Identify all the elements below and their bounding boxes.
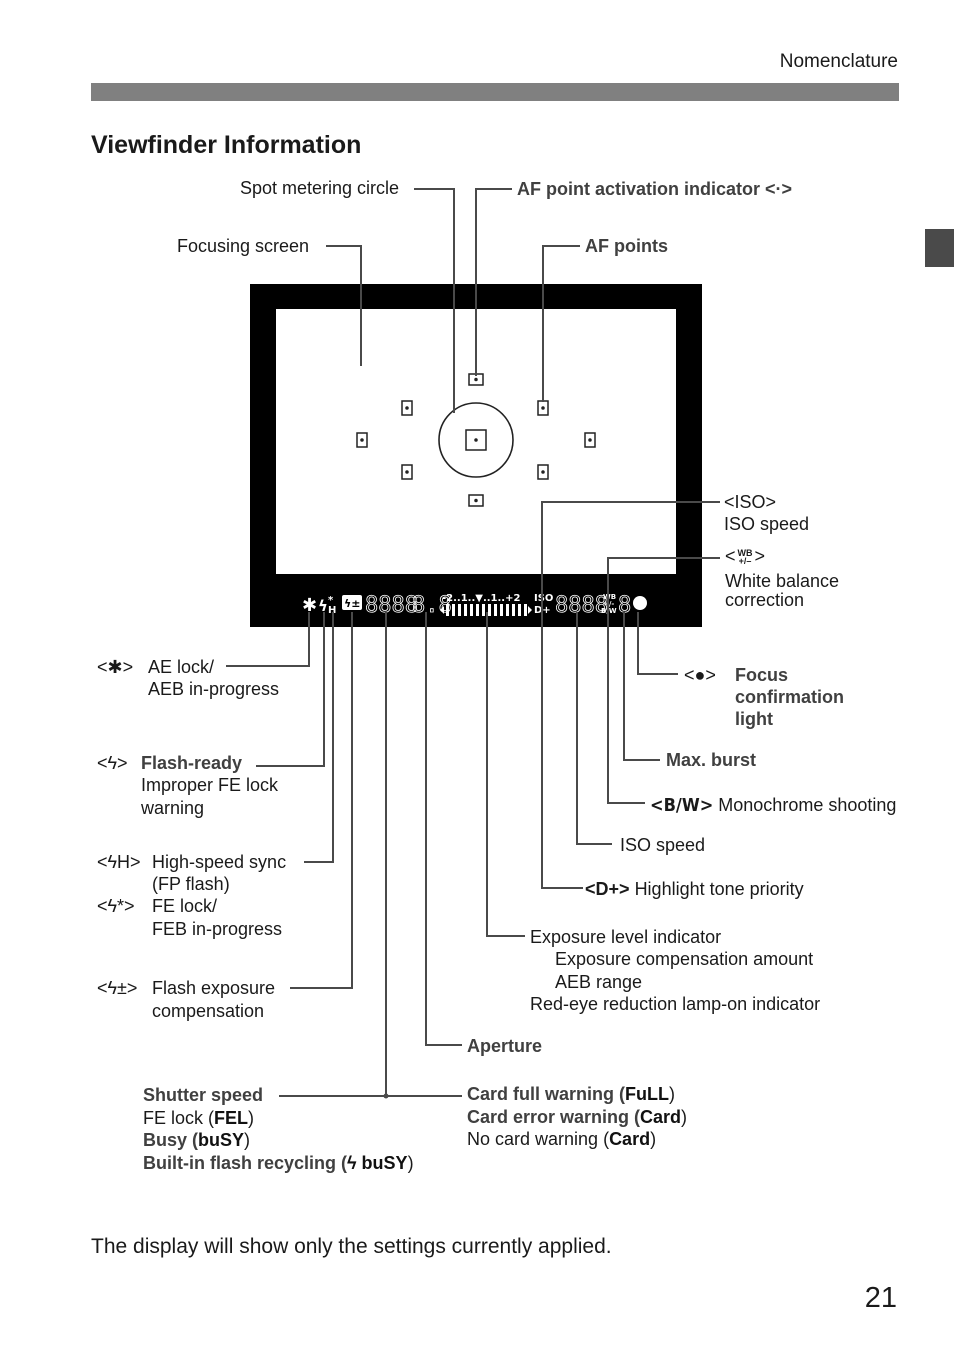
af-point-left bbox=[356, 432, 368, 448]
label-aeb-range: AEB range bbox=[555, 972, 643, 992]
label-warning: warning bbox=[141, 798, 205, 818]
page-number: 21 bbox=[864, 1282, 897, 1314]
label-busy: Busy (buSY) bbox=[143, 1130, 251, 1150]
label-iso-speed: ISO speed bbox=[724, 514, 810, 534]
leader-fec bbox=[290, 612, 353, 989]
af-point-lower-right bbox=[537, 464, 549, 480]
label-exposure-level: Exposure level indicator bbox=[530, 927, 722, 947]
label-flash-exposure: Flash exposure bbox=[152, 978, 276, 998]
label-improper-fe-lock: Improper FE lock bbox=[141, 775, 279, 795]
label-fp-flash: (FP flash) bbox=[152, 874, 230, 894]
label-fe-lock: FE lock/ bbox=[152, 896, 218, 916]
label-fe-lock-symbol: <ϟ*> bbox=[97, 896, 135, 916]
label-aperture: Aperture bbox=[467, 1036, 543, 1056]
label-wb-symbol: < WB +/– > bbox=[725, 546, 766, 567]
label-ae-lock-line1: AE lock/ bbox=[148, 657, 215, 677]
af-point-upper-right bbox=[537, 400, 549, 416]
label-iso-symbol: <ISO> bbox=[724, 492, 777, 512]
label-af-points: AF points bbox=[585, 236, 668, 256]
label-af-point-activation: AF point activation indicator <·> bbox=[517, 179, 793, 199]
label-flash-comp-symbol: <ϟ±> bbox=[97, 978, 138, 998]
af-point-lower-left bbox=[401, 464, 413, 480]
label-max-burst: Max. burst bbox=[666, 750, 757, 770]
label-focus-symbol: <●> bbox=[684, 665, 716, 685]
focus-confirmation-dot bbox=[633, 596, 647, 610]
iso-lcd-label: ISO bbox=[534, 593, 553, 604]
flash-symbol: ϟ bbox=[318, 597, 328, 615]
af-point-center bbox=[465, 429, 487, 451]
af-point-upper-left bbox=[401, 400, 413, 416]
label-shutter-speed: Shutter speed bbox=[143, 1085, 264, 1105]
label-card-error: Card error warning (Card) bbox=[467, 1107, 688, 1127]
label-card-full: Card full warning (FuLL) bbox=[467, 1084, 675, 1104]
af-point-right bbox=[584, 432, 596, 448]
label-spot-metering-circle: Spot metering circle bbox=[240, 178, 400, 198]
footer-note: The display will show only the settings … bbox=[91, 1235, 612, 1258]
leader-max-burst bbox=[623, 612, 660, 761]
label-focusing-screen: Focusing screen bbox=[177, 236, 310, 256]
exposure-scale-text: -2..1..▼..1..+2 bbox=[442, 593, 520, 604]
label-wb-line2: correction bbox=[725, 590, 805, 610]
af-point-bottom bbox=[468, 494, 484, 507]
label-feb-in-progress: FEB in-progress bbox=[152, 919, 283, 939]
label-red-eye: Red-eye reduction lamp-on indicator bbox=[530, 994, 821, 1014]
leader-iso-speed bbox=[576, 612, 612, 845]
leader-exposure bbox=[486, 612, 525, 937]
label-highlight-tone: <D+> Highlight tone priority bbox=[585, 879, 804, 899]
label-flash-ready: Flash-ready bbox=[141, 753, 243, 773]
label-ae-lock-symbol: <✱> bbox=[97, 657, 134, 677]
label-fe-lock-code: FE lock (FEL) bbox=[143, 1108, 255, 1128]
label-focus-line1: Focus bbox=[735, 665, 789, 685]
label-iso-speed-value: ISO speed bbox=[620, 835, 706, 855]
label-focus-line2: confirmation bbox=[735, 687, 845, 707]
label-high-speed-symbol: <ϟH> bbox=[97, 852, 141, 872]
label-high-speed-sync: High-speed sync bbox=[152, 852, 287, 872]
label-monochrome: <B/W> Monochrome shooting bbox=[650, 795, 897, 816]
label-focus-line3: light bbox=[735, 709, 773, 729]
svg-text:ϟ±: ϟ± bbox=[344, 597, 360, 610]
label-flash-recycling: Built-in flash recycling (ϟ buSY) bbox=[143, 1153, 414, 1173]
label-ae-lock-line2: AEB in-progress bbox=[148, 679, 280, 699]
label-no-card: No card warning (Card) bbox=[467, 1129, 657, 1149]
junction-dot bbox=[383, 1093, 389, 1099]
label-compensation: compensation bbox=[152, 1001, 265, 1021]
label-exposure-comp: Exposure compensation amount bbox=[555, 949, 814, 969]
leader-aperture bbox=[425, 612, 462, 1046]
label-flash-ready-symbol: <ϟ> bbox=[97, 753, 128, 773]
shutter-speed-digits: 8888 bbox=[365, 593, 418, 618]
